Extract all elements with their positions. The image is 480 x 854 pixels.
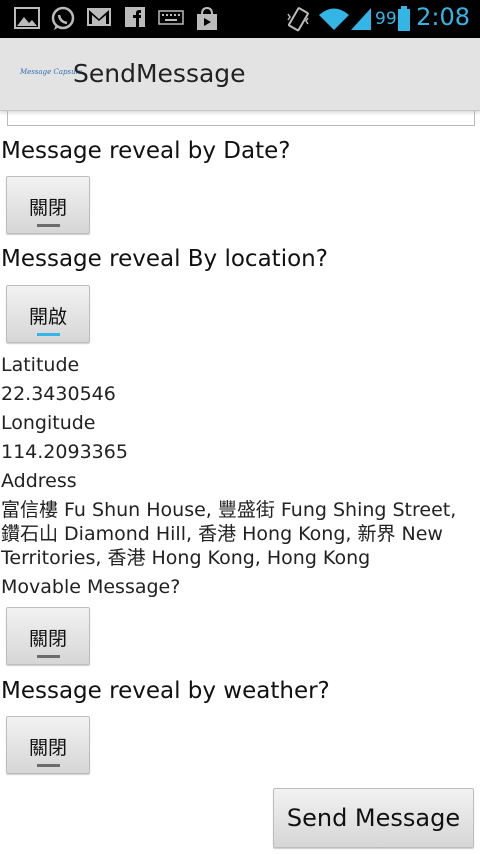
date-reveal-heading: Message reveal by Date? [1, 138, 291, 164]
location-reveal-toggle[interactable]: 開啟 [6, 285, 90, 343]
weather-reveal-toggle[interactable]: 關閉 [6, 716, 90, 774]
keyboard-icon [158, 10, 184, 25]
movable-message-toggle-label: 關閉 [28, 628, 67, 650]
signal-icon [351, 8, 371, 30]
weather-reveal-toggle-label: 關閉 [28, 737, 67, 759]
toggle-indicator [37, 764, 60, 767]
page-title: SendMessage [73, 59, 246, 88]
whatsapp-icon [51, 6, 75, 30]
address-label: Address [1, 470, 77, 492]
latitude-value: 22.3430546 [1, 383, 116, 405]
location-reveal-heading: Message reveal By location? [1, 246, 328, 272]
toggle-indicator [37, 224, 60, 227]
movable-message-toggle[interactable]: 關閉 [6, 607, 90, 665]
date-reveal-toggle[interactable]: 關閉 [6, 176, 90, 234]
send-message-button[interactable]: Send Message [273, 788, 474, 848]
battery-icon [398, 6, 410, 31]
wifi-icon [319, 8, 349, 30]
status-time: 2:08 [416, 3, 470, 31]
address-value: 富信樓 Fu Shun House, 豐盛街 Fung Shing Street… [1, 499, 457, 569]
play-store-icon [197, 6, 217, 30]
weather-reveal-heading: Message reveal by weather? [1, 678, 330, 704]
longitude-label: Longitude [1, 412, 96, 434]
status-bar: 99 2:08 [0, 0, 480, 38]
date-reveal-toggle-label: 關閉 [28, 197, 67, 219]
toggle-indicator [37, 655, 60, 658]
send-message-form[interactable]: Message reveal by Date? 關閉 Message revea… [0, 111, 480, 854]
gmail-icon [87, 8, 111, 26]
gallery-icon [14, 7, 40, 29]
facebook-icon [125, 7, 145, 27]
vibrate-icon [287, 7, 309, 32]
movable-message-label: Movable Message? [1, 576, 181, 598]
toggle-indicator [37, 333, 60, 336]
longitude-value: 114.2093365 [1, 441, 128, 463]
message-text-field[interactable] [7, 111, 475, 126]
latitude-label: Latitude [1, 354, 80, 376]
action-bar: Message Capsule SendMessage [0, 38, 480, 111]
battery-level: 99 [375, 9, 397, 29]
location-reveal-toggle-label: 開啟 [28, 306, 67, 328]
